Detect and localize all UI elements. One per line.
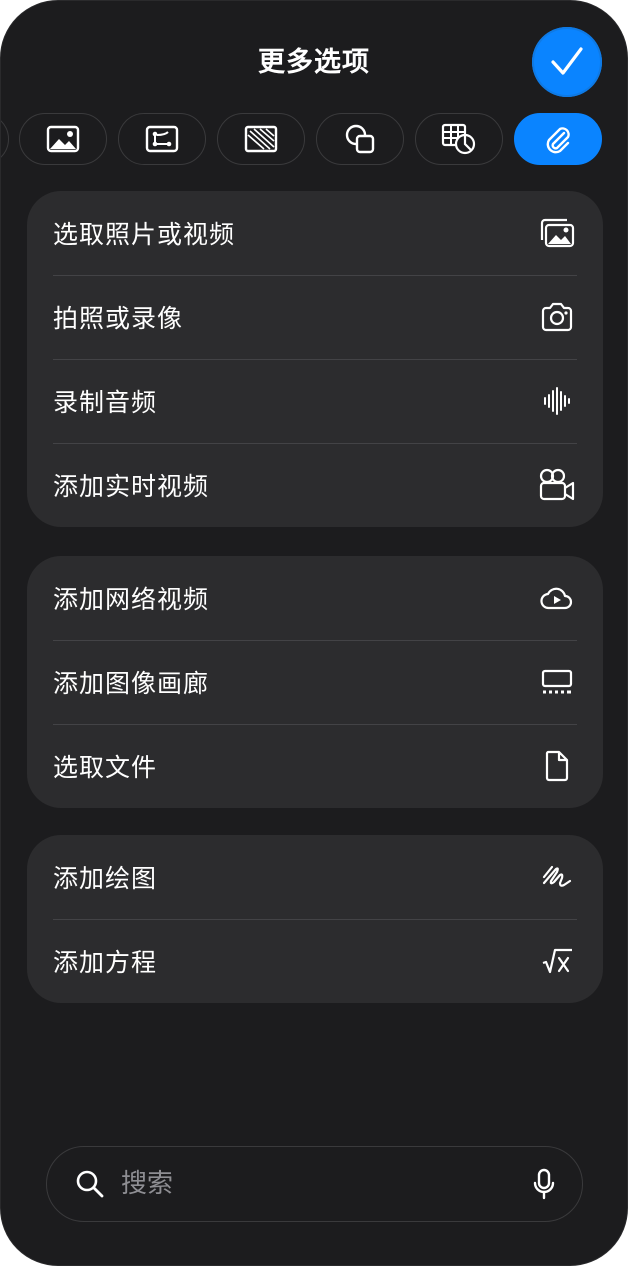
drawing-options-group: 添加绘图 添加方程: [27, 835, 603, 1003]
search-input[interactable]: [119, 1168, 532, 1200]
camera-icon: [537, 297, 577, 337]
tool-shapes[interactable]: [316, 113, 404, 165]
waveform-icon: [537, 381, 577, 421]
option-label: 选取文件: [53, 753, 158, 782]
paperclip-icon: [546, 127, 570, 154]
document-icon: [537, 746, 577, 786]
gallery-icon: [537, 662, 577, 702]
image-icon: [46, 125, 80, 153]
insert-type-strip[interactable]: [1, 113, 627, 167]
cloud-play-icon: [537, 578, 577, 618]
option-pick-file[interactable]: 选取文件: [27, 724, 603, 808]
tool-diagram[interactable]: [118, 113, 206, 165]
tool-table-chart[interactable]: [415, 113, 503, 165]
option-label: 添加网络视频: [53, 585, 210, 614]
media-options-group: 选取照片或视频 拍照或录像 录制音频 添加实时视频: [27, 191, 603, 527]
scribble-icon: [537, 857, 577, 897]
search-icon: [76, 1170, 104, 1198]
photo-library-icon: [537, 213, 577, 253]
option-pick-photo-video[interactable]: 选取照片或视频: [27, 191, 603, 275]
tool-attachment[interactable]: [514, 113, 602, 165]
option-label: 选取照片或视频: [53, 220, 236, 249]
option-record-audio[interactable]: 录制音频: [27, 359, 603, 443]
option-label: 添加实时视频: [53, 472, 210, 501]
option-label: 添加方程: [53, 948, 158, 977]
pattern-icon: [244, 125, 278, 153]
option-label: 添加图像画廊: [53, 669, 210, 698]
option-add-live-video[interactable]: 添加实时视频: [27, 443, 603, 527]
diagram-icon: [145, 125, 179, 153]
option-take-photo[interactable]: 拍照或录像: [27, 275, 603, 359]
tool-partial[interactable]: [1, 113, 9, 165]
web-file-options-group: 添加网络视频 添加图像画廊 选取文件: [27, 556, 603, 808]
more-options-sheet: 更多选项 选取照片或视频 拍照或录像 录制音频 添加实时视频 添加网络视频 添加…: [0, 0, 628, 1266]
table-chart-icon: [441, 123, 476, 155]
tool-image[interactable]: [19, 113, 107, 165]
search-bar[interactable]: [46, 1146, 583, 1222]
option-label: 录制音频: [53, 388, 158, 417]
option-label: 添加绘图: [53, 864, 158, 893]
done-button[interactable]: [532, 27, 602, 97]
checkmark-icon: [551, 47, 583, 75]
option-add-drawing[interactable]: 添加绘图: [27, 835, 603, 919]
square-root-icon: [537, 941, 577, 981]
option-label: 拍照或录像: [53, 304, 184, 333]
microphone-icon[interactable]: [532, 1168, 556, 1200]
option-add-web-video[interactable]: 添加网络视频: [27, 556, 603, 640]
tool-pattern[interactable]: [217, 113, 305, 165]
option-add-equation[interactable]: 添加方程: [27, 919, 603, 1003]
video-camera-icon: [537, 465, 577, 505]
shapes-icon: [345, 124, 375, 154]
option-add-image-gallery[interactable]: 添加图像画廊: [27, 640, 603, 724]
